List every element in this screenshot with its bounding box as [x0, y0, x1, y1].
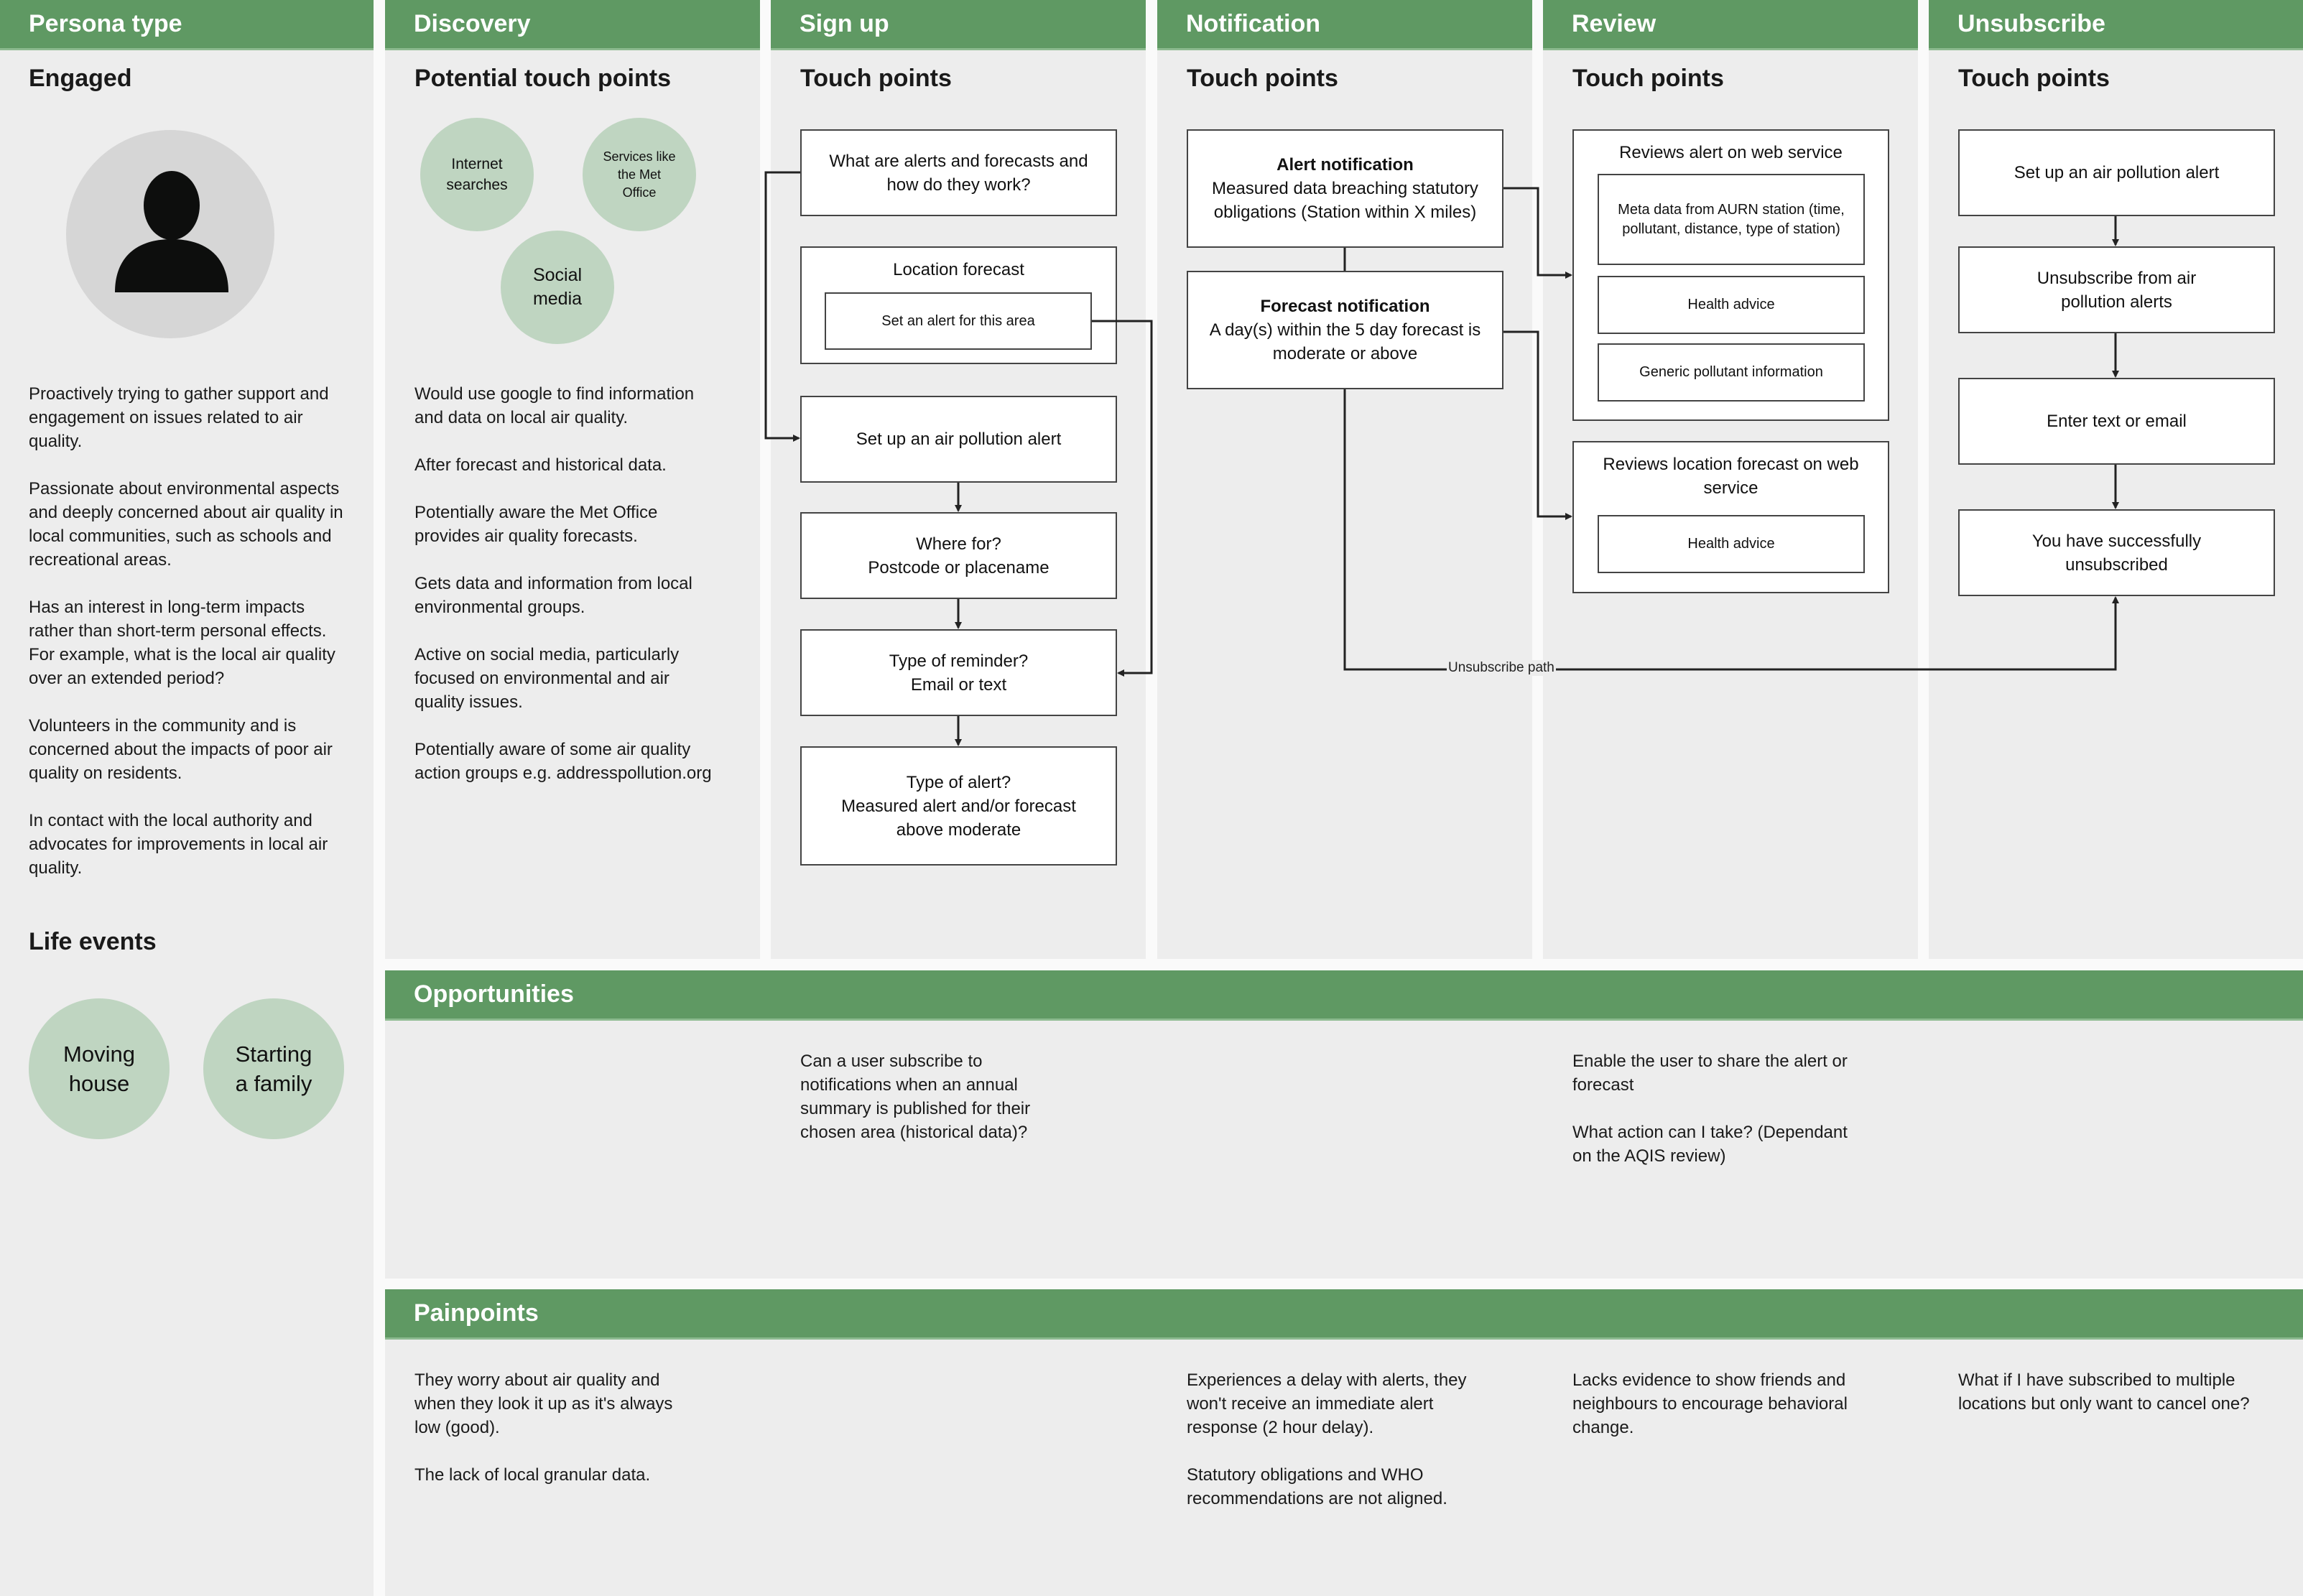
review-alert-item-label: Meta data from AURN station (time, pollu…	[1618, 201, 1845, 237]
persona-description-item: Passionate about environmental aspects a…	[29, 479, 343, 570]
review-alert-item-health: Health advice	[1598, 276, 1865, 334]
notification-forecast-detail: A day(s) within the 5 day forecast is mo…	[1209, 320, 1481, 363]
column-header-review: Review	[1543, 0, 1918, 50]
notification-subtitle: Touch points	[1187, 65, 1338, 92]
column-header-unsubscribe: Unsubscribe	[1929, 0, 2303, 50]
unsubscribe-subtitle: Touch points	[1958, 65, 2110, 92]
painpoints-review: Lacks evidence to show friends and neigh…	[1572, 1368, 1860, 1463]
unsubscribe-step-label: You have successfully unsubscribed	[2031, 531, 2202, 575]
review-forecast-group-title: Reviews location forecast on web service	[1603, 455, 1859, 498]
discovery-note: Gets data and information from local env…	[414, 574, 692, 617]
painpoint-item: The lack of local granular data.	[414, 1465, 651, 1485]
user-silhouette-icon	[115, 171, 228, 292]
opportunity-signup: Can a user subscribe to notifications wh…	[800, 1052, 1031, 1142]
painpoint-item: Statutory obligations and WHO recommenda…	[1187, 1465, 1447, 1508]
painpoint-item: Lacks evidence to show friends and neigh…	[1572, 1370, 1848, 1437]
signup-reminder-title: Type of reminder?	[889, 651, 1029, 671]
life-events-title: Life events	[29, 928, 157, 955]
unsubscribe-step: Unsubscribe from air pollution alerts	[1958, 246, 2275, 333]
signup-what-are-alerts: What are alerts and forecasts and how do…	[800, 129, 1117, 216]
painpoints-notification: Experiences a delay with alerts, they wo…	[1187, 1368, 1488, 1534]
signup-what-are-alerts-label: What are alerts and forecasts and how do…	[829, 151, 1088, 195]
review-alert-item-pollutant: Generic pollutant information	[1598, 343, 1865, 402]
opportunity-review: Enable the user to share the alert or fo…	[1572, 1049, 1860, 1192]
signup-alert-type: Type of alert? Measured alert and/or for…	[800, 746, 1117, 866]
unsubscribe-step: Enter text or email	[1958, 378, 2275, 465]
notification-alert-detail: Measured data breaching statutory obliga…	[1212, 179, 1478, 222]
persona-type-label: Engaged	[29, 65, 132, 92]
unsubscribe-step-label: Enter text or email	[2047, 412, 2187, 431]
review-forecast-item-health: Health advice	[1598, 515, 1865, 573]
review-alert-group-title: Reviews alert on web service	[1619, 143, 1843, 162]
discovery-note: After forecast and historical data.	[414, 455, 667, 475]
painpoints-discovery: They worry about air quality and when th…	[414, 1368, 702, 1511]
discovery-note: Potentially aware of some air quality ac…	[414, 740, 712, 783]
signup-where-for-title: Where for?	[916, 534, 1001, 554]
life-event-starting-family: Starting a family	[203, 998, 344, 1139]
painpoint-item: They worry about air quality and when th…	[414, 1370, 673, 1437]
touch-point-social-media: Social media	[501, 231, 614, 344]
column-header-notification: Notification	[1157, 0, 1532, 50]
column-header-discovery: Discovery	[385, 0, 760, 50]
persona-description: Proactively trying to gather support and…	[29, 382, 345, 904]
persona-description-item: Has an interest in long-term impacts rat…	[29, 598, 335, 688]
signup-set-alert-area: Set an alert for this area	[825, 292, 1092, 350]
notification-forecast-title: Forecast notification	[1260, 297, 1430, 316]
painpoint-item: What if I have subscribed to multiple lo…	[1958, 1370, 2250, 1414]
unsubscribe-step-label: Unsubscribe from air pollution alerts	[2036, 268, 2197, 312]
discovery-subtitle: Potential touch points	[414, 65, 671, 92]
persona-description-item: Proactively trying to gather support and…	[29, 384, 329, 451]
persona-description-item: Volunteers in the community and is conce…	[29, 716, 333, 783]
signup-setup-alert: Set up an air pollution alert	[800, 396, 1117, 483]
unsubscribe-step: You have successfully unsubscribed	[1958, 509, 2275, 596]
notification-forecast: Forecast notification A day(s) within th…	[1187, 271, 1503, 389]
signup-reminder-detail: Email or text	[910, 674, 1007, 695]
signup-setup-alert-label: Set up an air pollution alert	[856, 430, 1062, 449]
avatar	[66, 130, 274, 338]
signup-location-forecast-label: Location forecast	[893, 260, 1024, 279]
review-forecast-item-label: Health advice	[1687, 536, 1775, 552]
review-alert-item-label: Health advice	[1687, 297, 1775, 312]
column-header-signup: Sign up	[771, 0, 1146, 50]
signup-where-for-detail: Postcode or placename	[868, 557, 1049, 577]
unsubscribe-path-label: Unsubscribe path	[1447, 660, 1556, 676]
signup-subtitle: Touch points	[800, 65, 952, 92]
painpoints-unsubscribe: What if I have subscribed to multiple lo…	[1958, 1368, 2260, 1439]
signup-alert-type-detail: Measured alert and/or forecast above mod…	[841, 796, 1076, 840]
opportunities-header: Opportunities	[385, 970, 2303, 1021]
unsubscribe-step: Set up an air pollution alert	[1958, 129, 2275, 216]
opportunity-review-item: What action can I take? (Dependant on th…	[1572, 1123, 1848, 1166]
review-alert-item-metadata: Meta data from AURN station (time, pollu…	[1598, 174, 1865, 265]
unsubscribe-step-label: Set up an air pollution alert	[2014, 163, 2220, 182]
notification-alert-title: Alert notification	[1276, 155, 1414, 175]
discovery-note: Would use google to find information and…	[414, 384, 695, 427]
review-alert-item-label: Generic pollutant information	[1639, 364, 1823, 380]
signup-set-alert-area-label: Set an alert for this area	[881, 312, 1035, 329]
opportunity-review-item: Enable the user to share the alert or fo…	[1572, 1052, 1848, 1095]
discovery-note: Potentially aware the Met Office provide…	[414, 503, 658, 546]
persona-description-item: In contact with the local authority and …	[29, 811, 328, 878]
signup-alert-type-title: Type of alert?	[906, 772, 1011, 792]
signup-where-for: Where for? Postcode or placename	[800, 512, 1117, 599]
touch-point-met-office: Services like the Met Office	[583, 118, 696, 231]
life-event-moving-house: Moving house	[29, 998, 170, 1139]
signup-reminder-type: Type of reminder? Email or text	[800, 629, 1117, 716]
discovery-note: Active on social media, particularly foc…	[414, 645, 680, 712]
painpoint-item: Experiences a delay with alerts, they wo…	[1187, 1370, 1467, 1437]
painpoints-header: Painpoints	[385, 1289, 2303, 1340]
review-subtitle: Touch points	[1572, 65, 1724, 92]
notification-alert: Alert notification Measured data breachi…	[1187, 129, 1503, 248]
column-header-persona: Persona type	[0, 0, 374, 50]
touch-point-internet-searches: Internet searches	[420, 118, 534, 231]
discovery-notes: Would use google to find information and…	[414, 382, 716, 809]
